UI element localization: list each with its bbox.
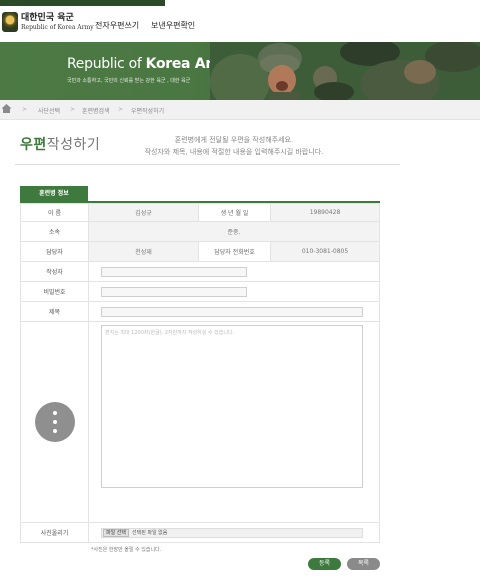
list-button[interactable]: 목록 <box>347 558 380 570</box>
breadcrumb-trainee-search[interactable]: 훈련병검색 <box>82 106 110 115</box>
content-placeholder: 편지는 최대 1200자(한글), 2자만까지 작성하실 수 있습니다. <box>105 330 235 336</box>
unit-value: 준중. <box>88 221 380 242</box>
page-title: 우편작성하기 <box>20 137 101 153</box>
hero-banner: Republic of Korea Army 국민과 소통하고, 국민의 신뢰를… <box>0 42 480 100</box>
home-icon[interactable] <box>1 103 12 114</box>
title-divider <box>15 164 400 165</box>
breadcrumb-separator: > <box>118 106 124 113</box>
soldiers-photo <box>210 42 480 100</box>
logo-english-text: Republic of Korea Army <box>21 23 94 31</box>
breadcrumb: > 사단선택 > 훈련병검색 > 우편작성하기 <box>0 100 480 120</box>
password-input[interactable] <box>101 286 247 297</box>
name-label: 이 름 <box>20 203 89 222</box>
author-label: 작성자 <box>20 261 89 282</box>
birth-value: 19890428 <box>270 203 380 222</box>
content-side <box>20 321 89 523</box>
photo-file-input[interactable]: 파일 선택 선택된 파일 없음 <box>101 527 363 538</box>
manager-value: 천성재 <box>88 241 199 262</box>
breadcrumb-write-letter[interactable]: 우편작성하기 <box>131 106 164 115</box>
letter-form: 이 름 김성규 생 년 월 일 19890428 소속 준중. 담당자 천성재 … <box>20 203 380 543</box>
password-label: 비밀번호 <box>20 281 89 302</box>
name-value: 김성규 <box>88 203 199 222</box>
file-select-button[interactable]: 파일 선택 <box>103 528 129 537</box>
nav-sent-mail[interactable]: 보낸우편확인 <box>151 20 195 31</box>
manager-label: 담당자 <box>20 241 89 262</box>
more-options-icon[interactable] <box>34 402 75 442</box>
nav-write-mail[interactable]: 전자우편쓰기 <box>95 20 139 31</box>
author-input[interactable] <box>101 266 247 277</box>
top-header: 대한민국 육군 Republic of Korea Army 전자우편쓰기 보낸… <box>0 0 480 42</box>
photo-label: 사진올리기 <box>20 522 89 543</box>
breadcrumb-separator: > <box>22 106 28 113</box>
army-emblem-icon <box>2 12 18 32</box>
trainee-info-tab: 훈련병 정보 <box>20 186 88 201</box>
manager-phone-label: 담당자 전화번호 <box>198 241 271 262</box>
header-accent-bar <box>0 0 165 6</box>
banner-subtitle: 국민과 소통하고, 국민의 신뢰를 받는 강한 육군 , 대한 육군 <box>67 78 191 84</box>
photo-note: *사진은 한장만 올릴 수 있습니다. <box>91 547 162 553</box>
logo-korean-text: 대한민국 육군 <box>21 12 74 23</box>
page-intro: 훈련병에게 전달될 우편을 작성해주세요. 작성자와 제목, 내용에 적절한 내… <box>144 136 324 156</box>
subject-label: 제목 <box>20 301 89 322</box>
birth-label: 생 년 월 일 <box>198 203 271 222</box>
letter-content-textarea[interactable]: 편지는 최대 1200자(한글), 2자만까지 작성하실 수 있습니다. <box>101 325 363 488</box>
subject-input[interactable] <box>101 306 363 317</box>
breadcrumb-division-select[interactable]: 사단선택 <box>38 106 60 115</box>
unit-label: 소속 <box>20 221 89 242</box>
file-status: 선택된 파일 없음 <box>132 530 168 536</box>
breadcrumb-separator: > <box>70 106 76 113</box>
army-logo[interactable]: 대한민국 육군 Republic of Korea Army <box>2 12 94 32</box>
submit-button[interactable]: 등록 <box>308 558 341 570</box>
manager-phone-value: 010-3081-0805 <box>270 241 380 262</box>
